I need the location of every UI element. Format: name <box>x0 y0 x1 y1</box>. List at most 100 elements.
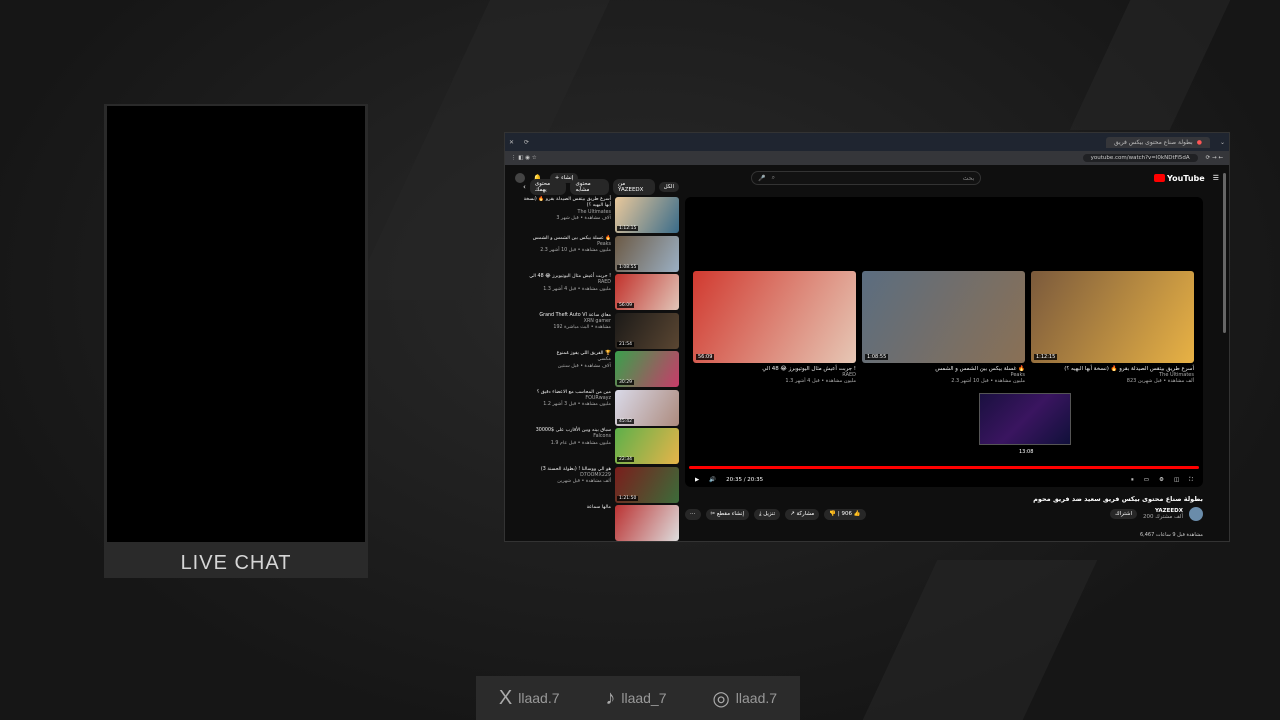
search-bar[interactable]: 🎤 ⌕ بحث <box>751 171 982 185</box>
list-item[interactable]: 1:08:55 غسلة بيكس بين الشمس و الشمس 🔥 Pea… <box>523 235 679 275</box>
video-player[interactable]: 56:09 جربت أعيش مثال اليوتيوبرز 😂 48 الي… <box>685 197 1203 487</box>
channel-row: اشتراك YAZEEDX 200 ألف مشترك <box>1110 507 1203 521</box>
share-button[interactable]: ↗ مشاركة <box>785 509 820 520</box>
search-input[interactable]: بحث <box>963 175 974 182</box>
more-button[interactable]: ⋯ <box>685 509 701 520</box>
duration-badge: 1:21:50 <box>617 495 639 501</box>
close-icon[interactable]: ✕ <box>509 139 514 146</box>
endscreen-card[interactable]: 1:12:15 أسرع طريق بيتقس الصيدلة بقرو 🔥 (… <box>1031 271 1194 384</box>
video-thumbnail[interactable] <box>615 505 679 541</box>
youtube-logo[interactable]: YouTube <box>1154 174 1205 183</box>
endscreen-card[interactable]: 56:09 جربت أعيش مثال اليوتيوبرز 😂 48 الي… <box>693 271 856 384</box>
list-item[interactable]: 30:29 الفريق اللي يفوز مُمنوع 🏆 مكسي آلاف … <box>523 351 679 390</box>
social-bar: Xllaad.7 ♪ llaad_7 ◎ llaad.7 <box>476 676 800 720</box>
video-meta: مين من المحاسب مع الاعضاء دقيق ؟ FOURwayz… <box>523 390 611 429</box>
chip[interactable]: الكل <box>658 182 679 192</box>
duration-badge: 22:34 <box>617 457 634 462</box>
video-thumbnail[interactable]: 1:12:15 <box>615 197 679 233</box>
video-thumbnail[interactable]: 30:29 <box>615 351 679 387</box>
video-stats: 2.3 مليون مشاهدة • قبل 10 أشهر <box>540 248 611 254</box>
menu-icon[interactable]: ⌄ <box>1220 139 1225 146</box>
list-item[interactable]: 1:21:50 هو الي ووسالنا ! (بطولة الحسنة 3… <box>523 466 679 506</box>
social-handle: ◎ llaad.7 <box>712 686 777 711</box>
like-button[interactable]: 👎 | 906 👍 <box>824 509 866 520</box>
mini-preview[interactable] <box>979 393 1071 445</box>
channel-name: Falcons <box>593 434 611 440</box>
chip[interactable]: من YAZEEDX <box>613 179 655 195</box>
miniplayer-icon[interactable]: ◫ <box>1174 477 1179 484</box>
clip-button[interactable]: ✂ إنشاء مقطع <box>705 509 750 520</box>
video-title: أسرع طريق بيتقس الصيدلة بقرو 🔥 (نسخة أبه… <box>523 197 611 209</box>
live-chat-panel: LIVE CHAT <box>104 104 368 578</box>
search-icon[interactable]: ⌕ <box>772 174 775 182</box>
duration-badge: 1:08:55 <box>617 264 639 270</box>
video-stats: 1.3 مليون مشاهدة • قبل 4 أشهر <box>785 378 856 384</box>
duration-badge: 1:12:15 <box>1034 354 1058 360</box>
video-title: مالها سماعة <box>586 505 611 510</box>
video-thumbnail[interactable]: 1:21:50 <box>615 466 679 503</box>
action-bar: ⋯ ✂ إنشاء مقطع ⤓ تنزيل ↗ مشاركة 👎 | 906 … <box>685 509 866 520</box>
video-thumbnail[interactable]: 1:12:15 <box>1031 271 1194 363</box>
video-meta: هو الي ووسالنا ! (بطولة الحسنة 3) D7OOMX2… <box>523 467 611 506</box>
progress-bar[interactable] <box>689 466 1199 469</box>
x-icon: X <box>498 686 513 709</box>
video-thumbnail[interactable]: 22:34 <box>615 428 679 464</box>
download-button[interactable]: ⤓ تنزيل <box>754 509 781 520</box>
nav-icons[interactable]: ⟳ → ← <box>1206 155 1223 161</box>
tab-close-icon[interactable]: ● <box>1197 139 1202 146</box>
subtitles-icon[interactable]: ▭ <box>1144 477 1149 484</box>
channel-avatar[interactable] <box>1189 507 1203 521</box>
related-list: 1:12:15 أسرع طريق بيتقس الصيدلة بقرو 🔥 (… <box>523 197 679 541</box>
channel-name: مكسي <box>597 357 612 363</box>
list-item[interactable]: مالها سماعة <box>523 505 679 541</box>
duration-badge: 21:54 <box>617 341 634 347</box>
player-controls: ▶ 🔊 20:35 / 20:35 ⏸ ▭ ⚙ ◫ ⛶ <box>695 474 1193 486</box>
endscreen-card[interactable]: 1:08:55 غسلة بيكس بين الشمس و الشمس 🔥 Pe… <box>862 271 1025 384</box>
chip[interactable]: محتوى مشابه <box>570 179 610 195</box>
extensions-icon[interactable]: ⋮ ◧ ◉ ☆ <box>511 155 537 161</box>
video-stats: آلاف مشاهدة • قبل سنتين <box>557 363 611 369</box>
browser-tab[interactable]: بطولة صناع محتوى بيكس فريق ● <box>1106 136 1210 148</box>
social-handle-text: llaad.7 <box>735 690 778 706</box>
duration-badge: 56:09 <box>696 354 715 360</box>
channel-name: D7OOMX229 <box>580 472 611 478</box>
duration-badge: 45:42 <box>617 418 634 424</box>
list-item[interactable]: 21:54 Grand Theft Auto VI معاي ساعة XRN g… <box>523 312 679 352</box>
youtube-logo-icon <box>1154 174 1166 182</box>
video-thumbnail[interactable]: 21:54 <box>615 312 679 349</box>
video-thumbnail[interactable]: 1:08:55 <box>862 271 1025 363</box>
chevron-left-icon[interactable]: ‹ <box>523 183 526 191</box>
subscribe-button[interactable]: اشتراك <box>1110 509 1138 519</box>
play-icon[interactable]: ▶ <box>695 477 699 483</box>
mic-icon[interactable]: 🎤 <box>758 175 765 182</box>
video-meta: سباق بينه وبين الأقارب على $30000 Falcons… <box>523 428 611 467</box>
mini-preview-time: 13:08 <box>1019 449 1034 455</box>
autoplay-icon[interactable]: ⏸ <box>1131 477 1134 484</box>
channel-name: FOURwayz <box>585 395 611 401</box>
video-stats: 823 ألف مشاهدة • قبل شهرين <box>1126 378 1194 384</box>
reload-icon[interactable]: ⟳ <box>524 139 529 146</box>
address-bar: ⋮ ◧ ◉ ☆ youtube.com/watch?v=l0kNDtFi5dA … <box>505 151 1229 165</box>
duration-badge: 1:08:55 <box>865 354 889 360</box>
list-item[interactable]: 1:12:15 أسرع طريق بيتقس الصيدلة بقرو 🔥 (… <box>523 197 679 236</box>
scrollbar[interactable] <box>1223 173 1226 333</box>
url-field[interactable]: youtube.com/watch?v=l0kNDtFi5dA <box>1082 154 1198 162</box>
list-item[interactable]: 56:09 جربت أعيش مثال اليوتيوبرز 😂 48 الي… <box>523 274 679 313</box>
list-item[interactable]: 45:42 مين من المحاسب مع الاعضاء دقيق ؟ FO… <box>523 389 679 429</box>
video-stats: 1.3 مليون مشاهدة • قبل 4 أشهر <box>543 286 611 292</box>
chip[interactable]: محتوى يهمك <box>529 179 567 195</box>
volume-icon[interactable]: 🔊 <box>709 477 716 483</box>
duration-badge: 1:12:15 <box>617 226 639 231</box>
social-handle: ♪ llaad_7 <box>605 687 666 710</box>
settings-icon[interactable]: ⚙ <box>1159 477 1164 484</box>
chip-bar: ‹ محتوى يهمك محتوى مشابه من YAZEEDX الكل <box>523 179 679 195</box>
view-count: 6,467 مشاهدة قبل 9 ساعات <box>1139 532 1203 538</box>
video-thumbnail[interactable]: 45:42 <box>615 389 679 426</box>
video-thumbnail[interactable]: 56:09 <box>693 271 856 363</box>
channel-name: The Ultimates <box>577 209 611 215</box>
video-thumbnail[interactable]: 1:08:55 <box>615 235 679 272</box>
list-item[interactable]: 22:34 سباق بينه وبين الأقارب على $30000 F… <box>523 428 679 467</box>
fullscreen-icon[interactable]: ⛶ <box>1189 477 1193 484</box>
video-thumbnail[interactable]: 56:09 <box>615 274 679 310</box>
hamburger-icon[interactable]: ☰ <box>1213 174 1219 182</box>
